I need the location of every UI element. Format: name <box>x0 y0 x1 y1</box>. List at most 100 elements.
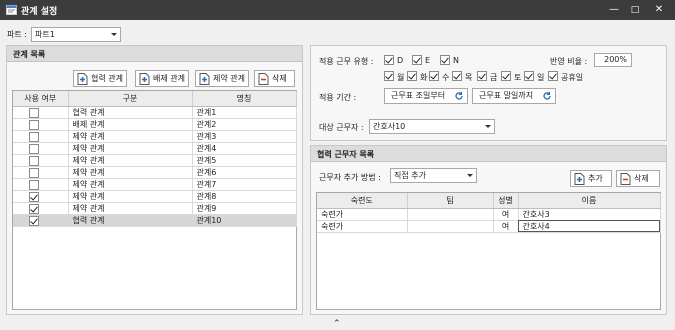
day-checkbox[interactable] <box>407 71 417 81</box>
relation-type-cell[interactable]: 제약 관계 <box>68 190 193 203</box>
table-row[interactable]: 숙련가 여 간호사3 <box>317 208 661 221</box>
relation-type-cell[interactable]: 제약 관계 <box>68 178 193 191</box>
column-header-worker-name[interactable]: 이름 <box>518 193 661 209</box>
use-checkbox-cell[interactable] <box>13 190 69 203</box>
relation-type-cell[interactable]: 제약 관계 <box>68 154 193 167</box>
table-row[interactable]: 협력 관계 관계10 <box>13 214 297 227</box>
delete-relation-button[interactable]: 삭제 <box>254 70 295 87</box>
table-row[interactable]: 제약 관계 관계9 <box>13 202 297 215</box>
day-checkbox[interactable] <box>452 71 462 81</box>
delete-relation-label: 삭제 <box>272 74 287 83</box>
use-checkbox-cell[interactable] <box>13 166 69 179</box>
column-header-use[interactable]: 사용 여부 <box>13 91 69 107</box>
gender-cell[interactable]: 여 <box>493 220 519 233</box>
worker-name-cell[interactable]: 간호사4 <box>518 220 661 233</box>
table-row[interactable]: 제약 관계 관계4 <box>13 142 297 155</box>
splitter-handle[interactable]: ⌃ <box>333 319 341 329</box>
column-header-type[interactable]: 구분 <box>68 91 193 107</box>
day-checkbox[interactable] <box>384 71 394 81</box>
gender-cell[interactable]: 여 <box>493 208 519 221</box>
app-icon <box>6 5 17 15</box>
day-checkbox[interactable] <box>501 71 511 81</box>
relation-type-cell[interactable]: 제약 관계 <box>68 166 193 179</box>
table-row[interactable]: 협력 관계 관계1 <box>13 106 297 119</box>
add-exclusion-button[interactable]: 배제 관계 <box>135 70 189 87</box>
day-checkbox[interactable] <box>477 71 487 81</box>
relation-name-cell[interactable]: 관계1 <box>192 106 297 119</box>
column-header-name[interactable]: 명칭 <box>192 91 297 107</box>
day-label: 목 <box>465 73 473 82</box>
table-row[interactable]: 숙련가 여 간호사4 <box>317 220 661 233</box>
relation-name-cell[interactable]: 관계3 <box>192 130 297 143</box>
relation-name-cell[interactable]: 관계10 <box>192 214 297 227</box>
relation-name-cell[interactable]: 관계7 <box>192 178 297 191</box>
use-checkbox-cell[interactable] <box>13 106 69 119</box>
relation-name-cell[interactable]: 관계8 <box>192 190 297 203</box>
relation-name-cell[interactable]: 관계9 <box>192 202 297 215</box>
close-button[interactable]: ✕ <box>648 2 670 18</box>
column-header-skill[interactable]: 숙련도 <box>317 193 408 209</box>
relation-name-cell[interactable]: 관계2 <box>192 118 297 131</box>
table-row[interactable]: 제약 관계 관계6 <box>13 166 297 179</box>
period-start-button[interactable]: 근무표 조일부터 <box>384 88 468 104</box>
ratio-input[interactable]: 200% <box>594 53 632 67</box>
part-select-value: 파트1 <box>35 30 55 39</box>
use-checkbox[interactable] <box>29 131 39 141</box>
table-row[interactable]: 배제 관계 관계2 <box>13 118 297 131</box>
skill-cell[interactable]: 숙련가 <box>317 208 408 221</box>
target-worker-select[interactable]: 간호사10 <box>369 119 495 134</box>
relation-type-cell[interactable]: 제약 관계 <box>68 130 193 143</box>
use-checkbox[interactable] <box>29 215 39 225</box>
shift-type-checkbox[interactable] <box>412 55 422 65</box>
relation-name-cell[interactable]: 관계5 <box>192 154 297 167</box>
relation-type-cell[interactable]: 제약 관계 <box>68 142 193 155</box>
table-row[interactable]: 제약 관계 관계8 <box>13 190 297 203</box>
use-checkbox-cell[interactable] <box>13 154 69 167</box>
relation-name-cell[interactable]: 관계6 <box>192 166 297 179</box>
column-header-team[interactable]: 팀 <box>407 193 494 209</box>
day-checkbox[interactable] <box>524 71 534 81</box>
day-checkbox[interactable] <box>429 71 439 81</box>
skill-cell[interactable]: 숙련가 <box>317 220 408 233</box>
delete-coworker-button[interactable]: 삭제 <box>616 170 660 187</box>
use-checkbox[interactable] <box>29 155 39 165</box>
relation-type-cell[interactable]: 배제 관계 <box>68 118 193 131</box>
part-select[interactable]: 파트1 <box>31 27 121 42</box>
chevron-down-icon <box>485 125 491 128</box>
day-label: 수 <box>442 73 450 82</box>
add-restriction-button[interactable]: 제약 관계 <box>195 70 249 87</box>
use-checkbox-cell[interactable] <box>13 130 69 143</box>
use-checkbox[interactable] <box>29 203 39 213</box>
use-checkbox-cell[interactable] <box>13 142 69 155</box>
day-checkbox[interactable] <box>548 71 558 81</box>
use-checkbox-cell[interactable] <box>13 202 69 215</box>
add-method-select[interactable]: 직접 추가 <box>390 168 477 183</box>
use-checkbox-cell[interactable] <box>13 214 69 227</box>
use-checkbox-cell[interactable] <box>13 118 69 131</box>
relation-type-cell[interactable]: 협력 관계 <box>68 214 193 227</box>
minimize-button[interactable]: — <box>603 2 625 18</box>
use-checkbox[interactable] <box>29 107 39 117</box>
use-checkbox[interactable] <box>29 191 39 201</box>
use-checkbox[interactable] <box>29 179 39 189</box>
shift-type-checkbox[interactable] <box>440 55 450 65</box>
column-header-gender[interactable]: 성별 <box>493 193 519 209</box>
table-row[interactable]: 제약 관계 관계5 <box>13 154 297 167</box>
use-checkbox-cell[interactable] <box>13 178 69 191</box>
team-cell[interactable] <box>407 220 494 233</box>
table-row[interactable]: 제약 관계 관계7 <box>13 178 297 191</box>
add-coworker-button[interactable]: 추가 <box>570 170 612 187</box>
table-row[interactable]: 제약 관계 관계3 <box>13 130 297 143</box>
use-checkbox[interactable] <box>29 143 39 153</box>
use-checkbox[interactable] <box>29 167 39 177</box>
maximize-button[interactable]: □ <box>624 2 646 18</box>
relation-name-cell[interactable]: 관계4 <box>192 142 297 155</box>
relation-type-cell[interactable]: 제약 관계 <box>68 202 193 215</box>
team-cell[interactable] <box>407 208 494 221</box>
relation-type-cell[interactable]: 협력 관계 <box>68 106 193 119</box>
add-cooperation-button[interactable]: 협력 관계 <box>73 70 127 87</box>
use-checkbox[interactable] <box>29 119 39 129</box>
period-end-button[interactable]: 근무표 말일까지 <box>472 88 556 104</box>
shift-type-checkbox[interactable] <box>384 55 394 65</box>
worker-name-cell[interactable]: 간호사3 <box>518 208 661 221</box>
